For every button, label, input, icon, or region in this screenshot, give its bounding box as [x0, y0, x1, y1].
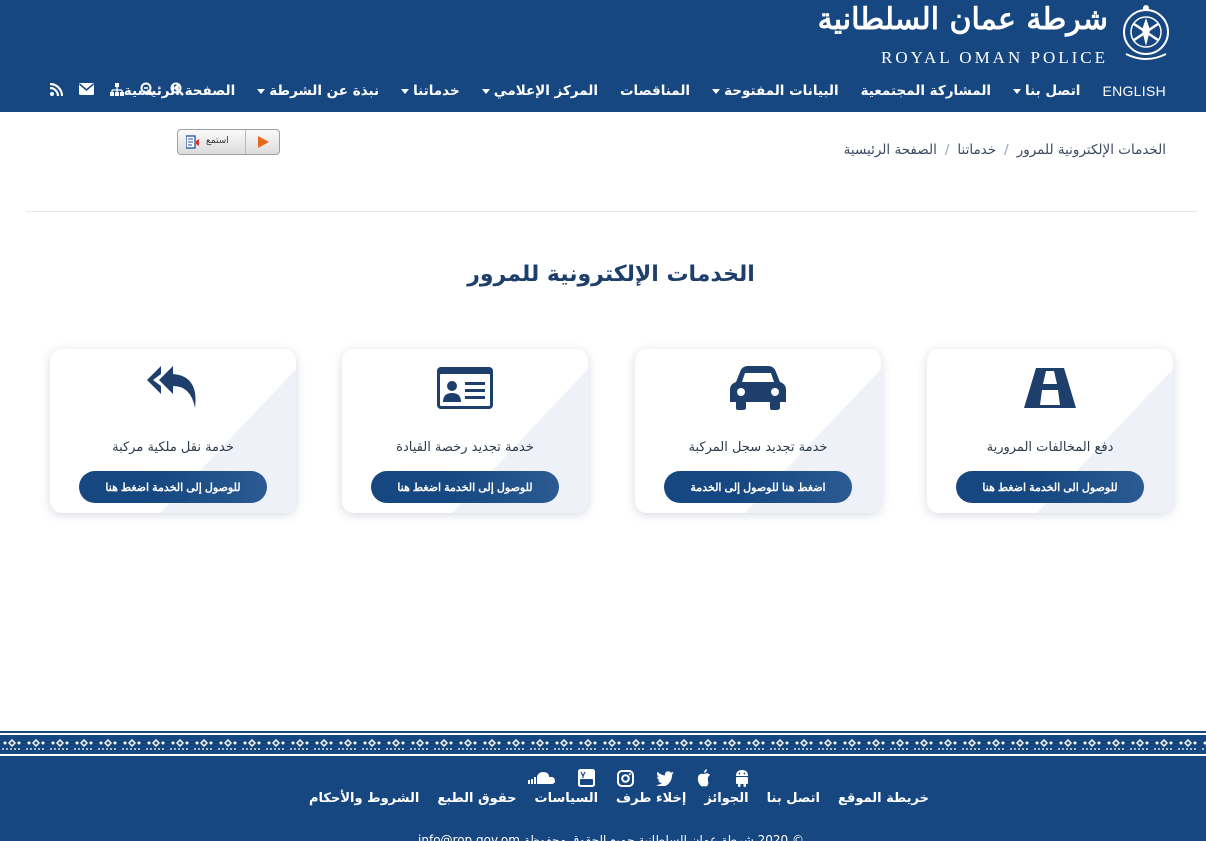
- footer-link-policies[interactable]: السياسات: [535, 791, 598, 806]
- nav-item-english[interactable]: ENGLISH: [1102, 83, 1166, 99]
- main-nav: الصفحة الرئيسية نبذة عن الشرطة خدماتنا ا…: [124, 76, 1166, 106]
- caret-down-icon: [401, 88, 410, 94]
- twitter-icon[interactable]: [656, 770, 674, 786]
- caret-down-icon: [1013, 88, 1022, 94]
- footer-link-disclaimer[interactable]: إخلاء طرف: [616, 791, 686, 806]
- nav-label: خدماتنا: [413, 83, 460, 99]
- nav-label: المركز الإعلامي: [493, 83, 598, 99]
- nav-item-services[interactable]: خدماتنا: [401, 83, 460, 99]
- youtube-icon[interactable]: [578, 769, 595, 787]
- footer-ornament: [0, 731, 1206, 759]
- site-footer: الشروط والأحكام حقوق الطبع السياسات إخلا…: [0, 759, 1206, 841]
- breadcrumb: الصفحة الرئيسية / خدماتنا / الخدمات الإل…: [844, 142, 1166, 158]
- speaker-icon: [186, 135, 199, 149]
- mail-icon[interactable]: [79, 83, 94, 95]
- content-divider: [26, 211, 1197, 212]
- breadcrumb-home[interactable]: الصفحة الرئيسية: [844, 142, 937, 158]
- caret-down-icon: [257, 88, 266, 94]
- footer-link-terms[interactable]: الشروط والأحكام: [309, 791, 419, 806]
- listen-label: استمع: [206, 136, 229, 146]
- site-header: شرطة عمان السلطانية ROYAL OMAN POLICE ال…: [0, 0, 1206, 112]
- rss-icon[interactable]: [50, 82, 63, 96]
- service-card-vehicle-renewal: خدمة تجديد سجل المركبة اضغط هنا للوصول إ…: [635, 349, 881, 513]
- nav-utility-icons: [50, 82, 184, 96]
- apple-icon[interactable]: [696, 769, 712, 787]
- card-title: خدمة تجديد رخصة القيادة: [396, 440, 534, 455]
- nav-label: ENGLISH: [1102, 83, 1166, 99]
- service-card-pay-fines: دفع المخالفات المرورية للوصول الى الخدمة…: [927, 349, 1173, 513]
- social-links: [486, 767, 750, 789]
- service-card-ownership-transfer: خدمة نقل ملكية مركبة للوصول إلى الخدمة ا…: [50, 349, 296, 513]
- nav-item-contact[interactable]: اتصل بنا: [1013, 83, 1080, 99]
- android-icon[interactable]: [734, 769, 750, 787]
- breadcrumb-current: الخدمات الإلكترونية للمرور: [1016, 142, 1166, 158]
- card-access-button[interactable]: للوصول إلى الخدمة اضغط هنا: [371, 471, 559, 503]
- nav-label: البيانات المفتوحة: [724, 83, 839, 99]
- nav-label: المناقصات: [619, 83, 691, 99]
- caret-down-icon: [712, 88, 721, 94]
- nav-item-media-center[interactable]: المركز الإعلامي: [481, 83, 598, 99]
- card-icon-wrap: [50, 359, 296, 417]
- nav-item-community[interactable]: المشاركة المجتمعية: [861, 83, 991, 99]
- card-icon-wrap: [635, 359, 881, 417]
- nav-label: نبذة عن الشرطة: [269, 83, 380, 99]
- footer-link-awards[interactable]: الجوائز: [704, 791, 748, 806]
- instagram-icon[interactable]: [617, 769, 634, 787]
- footer-link-sitemap[interactable]: خريطة الموقع: [838, 791, 929, 806]
- search-icon[interactable]: [140, 82, 154, 96]
- card-title: خدمة نقل ملكية مركبة: [112, 440, 234, 455]
- card-title: خدمة تجديد سجل المركبة: [688, 440, 828, 455]
- card-icon-wrap: [342, 359, 588, 417]
- breadcrumb-services[interactable]: خدماتنا: [957, 142, 996, 158]
- card-access-button[interactable]: اضغط هنا للوصول إلى الخدمة: [664, 471, 852, 503]
- nav-item-open-data[interactable]: البيانات المفتوحة: [712, 83, 839, 99]
- card-access-button[interactable]: للوصول الى الخدمة اضغط هنا: [956, 471, 1144, 503]
- nav-label: المشاركة المجتمعية: [860, 83, 992, 99]
- breadcrumb-separator: /: [944, 142, 950, 158]
- logo-english-text: ROYAL OMAN POLICE: [881, 48, 1108, 67]
- nav-item-tenders[interactable]: المناقصات: [620, 83, 690, 99]
- play-icon: [258, 136, 269, 148]
- listen-button[interactable]: استمع: [177, 129, 280, 155]
- breadcrumb-separator: /: [1004, 142, 1009, 158]
- soundcloud-icon[interactable]: [528, 771, 556, 785]
- card-icon-wrap: [927, 359, 1173, 417]
- sitemap-icon[interactable]: [110, 82, 124, 96]
- road-icon: [1024, 368, 1076, 408]
- footer-links: الشروط والأحكام حقوق الطبع السياسات إخلا…: [0, 791, 1206, 806]
- logo-arabic-text: شرطة عمان السلطانية: [817, 2, 1108, 37]
- car-icon: [730, 366, 786, 410]
- service-card-license-renewal: خدمة تجديد رخصة القيادة للوصول إلى الخدم…: [342, 349, 588, 513]
- zoom-in-icon[interactable]: [170, 82, 184, 96]
- site-logo[interactable]: شرطة عمان السلطانية ROYAL OMAN POLICE: [818, 2, 1178, 68]
- footer-pattern: [0, 731, 1206, 759]
- page-title: الخدمات الإلكترونية للمرور: [467, 262, 755, 287]
- card-access-button[interactable]: للوصول إلى الخدمة اضغط هنا: [79, 471, 267, 503]
- footer-link-copyright[interactable]: حقوق الطبع: [437, 791, 516, 806]
- copyright-text: © 2020 شرطة عمان السلطانية جميع الحقوق م…: [418, 833, 804, 841]
- caret-down-icon: [481, 88, 490, 94]
- nav-label: اتصل بنا: [1025, 83, 1081, 99]
- listen-divider: [234, 130, 246, 154]
- reply-all-icon: [147, 366, 196, 408]
- nav-item-about[interactable]: نبذة عن الشرطة: [257, 83, 379, 99]
- rop-emblem-icon: [1123, 5, 1169, 60]
- id-card-icon: [437, 367, 493, 409]
- card-title: دفع المخالفات المرورية: [986, 440, 1114, 455]
- footer-link-contact[interactable]: اتصل بنا: [767, 791, 820, 806]
